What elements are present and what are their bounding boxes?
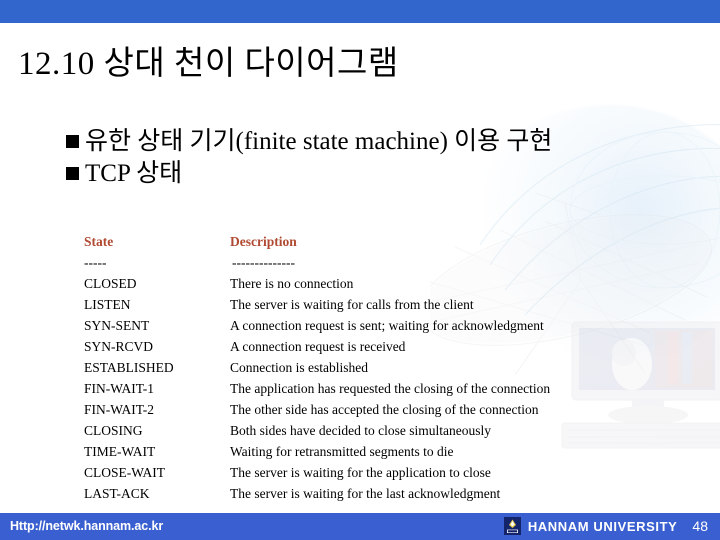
table-row: CLOSE-WAIT The server is waiting for the…	[84, 462, 654, 483]
cell-description: Waiting for retransmitted segments to di…	[230, 444, 454, 459]
column-header-state: State	[84, 234, 114, 249]
footer-bar: Http://netwk.hannam.ac.kr HANNAM UNIVERS…	[0, 513, 720, 540]
table-row: LISTEN The server is waiting for calls f…	[84, 294, 654, 315]
table-row: SYN-SENT A connection request is sent; w…	[84, 315, 654, 336]
cell-state: SYN-RCVD	[84, 339, 154, 354]
cell-description: A connection request is sent; waiting fo…	[230, 318, 544, 333]
footer-branding: HANNAM UNIVERSITY 48	[503, 517, 712, 535]
cell-description: Connection is established	[230, 360, 368, 375]
cell-state: FIN-WAIT-2	[84, 402, 154, 417]
bullet-item: 유한 상태 기기(finite state machine) 이용 구현	[66, 126, 666, 157]
divider-state: -----	[84, 255, 107, 270]
cell-description: There is no connection	[230, 276, 354, 291]
cell-state: LAST-ACK	[84, 486, 150, 501]
table-row: FIN-WAIT-2 The other side has accepted t…	[84, 399, 654, 420]
cell-description: The server is waiting for the applicatio…	[230, 465, 491, 480]
cell-description: The server is waiting for calls from the…	[230, 297, 474, 312]
cell-description: Both sides have decided to close simulta…	[230, 423, 491, 438]
cell-state: CLOSED	[84, 276, 137, 291]
hannam-university-crest-icon	[503, 517, 521, 535]
footer-url[interactable]: Http://netwk.hannam.ac.kr	[10, 519, 163, 533]
slide: 12.10 상대 천이 다이어그램 유한 상태 기기(finite state …	[0, 0, 720, 540]
table-divider-row: ----- --------------	[84, 252, 654, 273]
bullet-list: 유한 상태 기기(finite state machine) 이용 구현 TCP…	[66, 126, 666, 189]
bullet-item-text: 유한 상태 기기(finite state machine) 이용 구현	[85, 128, 553, 155]
table-row: TIME-WAIT Waiting for retransmitted segm…	[84, 441, 654, 462]
cell-state: CLOSING	[84, 423, 143, 438]
tcp-state-table: State Description ----- -------------- C…	[84, 231, 654, 504]
column-header-description: Description	[230, 234, 297, 249]
table-row: SYN-RCVD A connection request is receive…	[84, 336, 654, 357]
square-bullet-icon	[66, 167, 79, 180]
cell-description: The server is waiting for the last ackno…	[230, 486, 501, 501]
cell-state: TIME-WAIT	[84, 444, 156, 459]
cell-description: A connection request is received	[230, 339, 406, 354]
top-accent-bar	[0, 0, 720, 23]
cell-state: SYN-SENT	[84, 318, 150, 333]
table-row: CLOSING Both sides have decided to close…	[84, 420, 654, 441]
cell-state: CLOSE-WAIT	[84, 465, 165, 480]
bullet-item: TCP 상태	[66, 158, 666, 189]
page-title: 12.10 상대 천이 다이어그램	[18, 46, 399, 82]
table-row: LAST-ACK The server is waiting for the l…	[84, 483, 654, 504]
table-row: CLOSED There is no connection	[84, 273, 654, 294]
table-row: ESTABLISHED Connection is established	[84, 357, 654, 378]
bullet-item-text: TCP 상태	[85, 160, 183, 187]
cell-state: FIN-WAIT-1	[84, 381, 154, 396]
divider-description: --------------	[232, 255, 295, 270]
table-header-row: State Description	[84, 231, 654, 252]
table-row: FIN-WAIT-1 The application has requested…	[84, 378, 654, 399]
page-number: 48	[692, 518, 708, 534]
cell-description: The application has requested the closin…	[230, 381, 551, 396]
university-name: HANNAM UNIVERSITY	[527, 518, 678, 534]
cell-state: LISTEN	[84, 297, 131, 312]
square-bullet-icon	[66, 135, 79, 148]
cell-state: ESTABLISHED	[84, 360, 174, 375]
cell-description: The other side has accepted the closing …	[230, 402, 539, 417]
